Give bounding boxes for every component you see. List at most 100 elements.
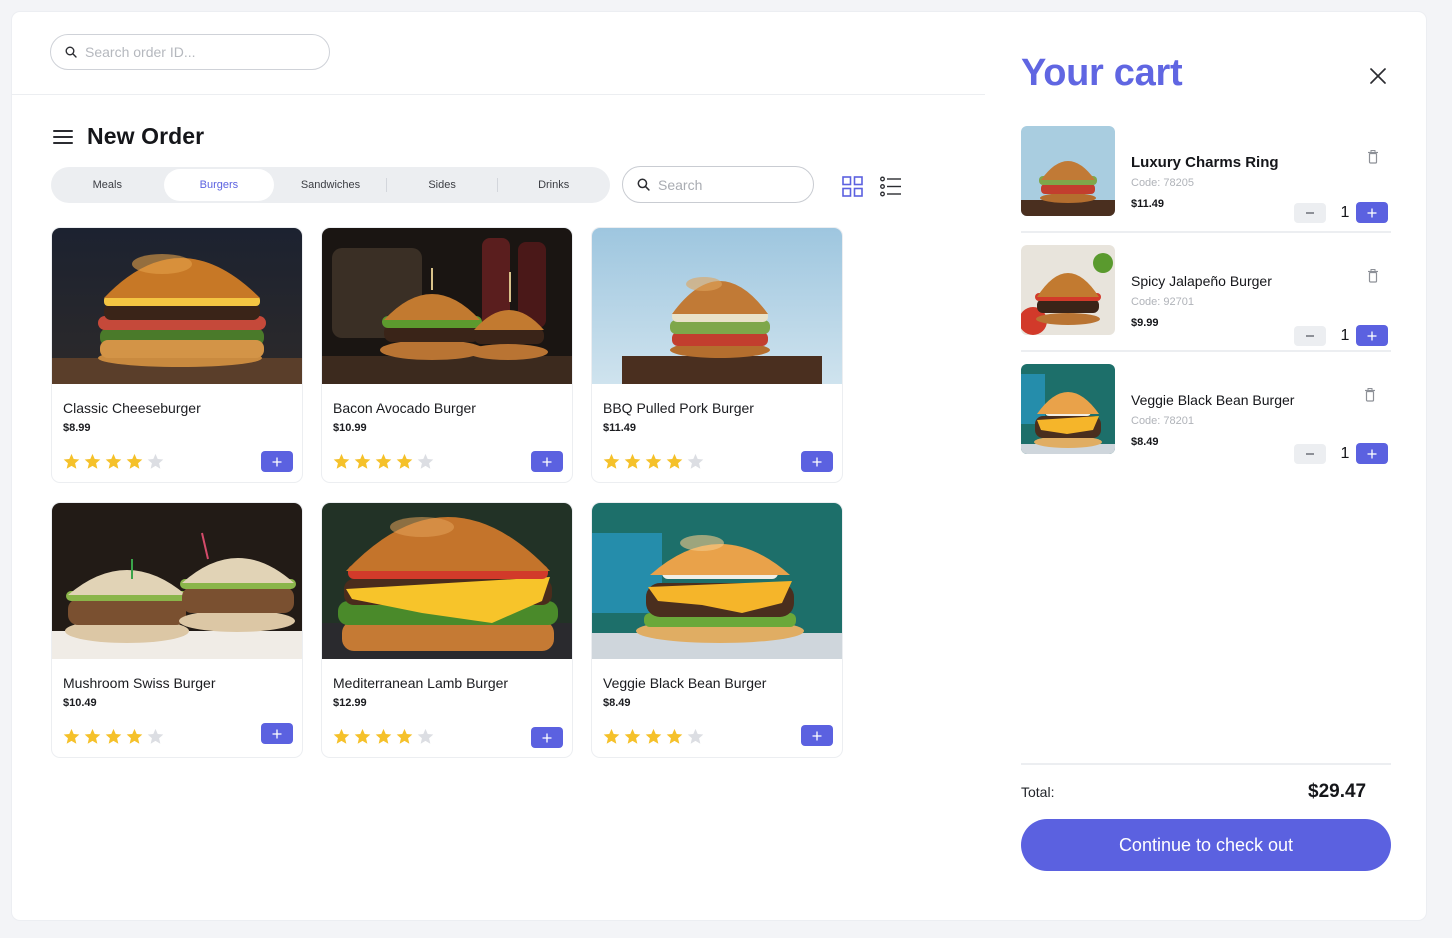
plus-icon	[272, 457, 282, 466]
rating-stars	[603, 728, 704, 745]
order-search-box[interactable]	[50, 34, 330, 70]
cart-item-image	[1021, 364, 1115, 454]
star-filled-icon	[645, 728, 662, 744]
plus-icon	[1367, 208, 1377, 217]
product-card[interactable]: Classic Cheeseburger $8.99	[51, 227, 303, 483]
rating-stars	[63, 453, 164, 470]
star-filled-icon	[375, 728, 392, 744]
product-card[interactable]: Mediterranean Lamb Burger $12.99	[321, 502, 573, 758]
star-filled-icon	[105, 728, 122, 744]
plus-icon	[812, 731, 822, 740]
grid-view-icon[interactable]	[842, 176, 863, 197]
product-image-bbq-pulled-pork-burger	[592, 228, 842, 384]
product-card[interactable]: Mushroom Swiss Burger $10.49	[51, 502, 303, 758]
rating-stars	[333, 453, 434, 470]
star-filled-icon	[396, 453, 413, 469]
tab-drinks[interactable]: Drinks	[498, 169, 609, 201]
header-divider	[12, 94, 985, 95]
product-name: Bacon Avocado Burger	[333, 400, 476, 416]
product-name: Veggie Black Bean Burger	[603, 675, 767, 691]
list-view-icon[interactable]	[880, 176, 902, 197]
add-to-cart-button[interactable]	[801, 451, 833, 472]
cart-item-price: $9.99	[1131, 317, 1159, 329]
cart-item-divider	[1021, 231, 1391, 233]
increase-quantity-button[interactable]	[1356, 202, 1388, 223]
product-image-mushroom-swiss-burger	[52, 503, 302, 659]
minus-icon	[1306, 212, 1314, 214]
add-to-cart-button[interactable]	[261, 723, 293, 744]
rating-stars	[603, 453, 704, 470]
product-price: $8.49	[603, 697, 631, 709]
product-image-classic-cheeseburger	[52, 228, 302, 384]
star-filled-icon	[624, 453, 641, 469]
star-filled-icon	[666, 728, 683, 744]
product-name: BBQ Pulled Pork Burger	[603, 400, 754, 416]
product-card[interactable]: Veggie Black Bean Burger $8.49	[591, 502, 843, 758]
add-to-cart-button[interactable]	[531, 727, 563, 748]
star-filled-icon	[624, 728, 641, 744]
page-title: New Order	[87, 123, 205, 149]
add-to-cart-button[interactable]	[531, 451, 563, 472]
minus-icon	[1306, 453, 1314, 455]
product-image-bacon-avocado-burger	[322, 228, 572, 384]
trash-icon[interactable]	[1367, 150, 1379, 164]
increase-quantity-button[interactable]	[1356, 325, 1388, 346]
tab-sandwiches[interactable]: Sandwiches	[275, 169, 386, 201]
star-filled-icon	[603, 453, 620, 469]
rating-stars	[333, 728, 434, 745]
cart-item-price: $11.49	[1131, 198, 1165, 210]
cart-item-price: $8.49	[1131, 436, 1159, 448]
product-card[interactable]: BBQ Pulled Pork Burger $11.49	[591, 227, 843, 483]
star-empty-icon	[417, 453, 434, 469]
decrease-quantity-button[interactable]	[1294, 326, 1326, 346]
category-tabs: Meals Burgers Sandwiches Sides Drinks	[51, 167, 610, 203]
star-filled-icon	[84, 453, 101, 469]
product-card[interactable]: Bacon Avocado Burger $10.99	[321, 227, 573, 483]
add-to-cart-button[interactable]	[801, 725, 833, 746]
add-to-cart-button[interactable]	[261, 451, 293, 472]
cart-item-name: Veggie Black Bean Burger	[1131, 392, 1295, 408]
catalog-search-box[interactable]	[622, 166, 814, 203]
product-price: $12.99	[333, 697, 367, 709]
product-name: Mushroom Swiss Burger	[63, 675, 216, 691]
cart-title: Your cart	[1021, 52, 1183, 94]
trash-icon[interactable]	[1367, 269, 1379, 283]
product-name: Classic Cheeseburger	[63, 400, 201, 416]
cart-item-image	[1021, 126, 1115, 216]
quantity-value: 1	[1340, 327, 1350, 344]
star-empty-icon	[147, 453, 164, 469]
increase-quantity-button[interactable]	[1356, 443, 1388, 464]
cart-item: Veggie Black Bean Burger Code: 78201 $8.…	[1021, 364, 1391, 482]
tab-meals[interactable]: Meals	[52, 169, 163, 201]
star-empty-icon	[417, 728, 434, 744]
cart-item-code: Code: 92701	[1131, 296, 1194, 308]
star-empty-icon	[687, 453, 704, 469]
plus-icon	[542, 457, 552, 466]
product-price: $10.99	[333, 422, 367, 434]
checkout-button[interactable]: Continue to check out	[1021, 819, 1391, 871]
quantity-value: 1	[1340, 204, 1350, 221]
quantity-value: 1	[1340, 445, 1350, 462]
search-icon	[637, 178, 650, 191]
product-name: Mediterranean Lamb Burger	[333, 675, 509, 691]
menu-icon[interactable]	[53, 130, 73, 144]
decrease-quantity-button[interactable]	[1294, 444, 1326, 464]
trash-icon[interactable]	[1364, 388, 1376, 402]
tab-burgers[interactable]: Burgers	[163, 169, 275, 201]
decrease-quantity-button[interactable]	[1294, 203, 1326, 223]
close-icon[interactable]	[1368, 66, 1388, 86]
minus-icon	[1306, 335, 1314, 337]
tab-sides[interactable]: Sides	[387, 169, 498, 201]
product-image-mediterranean-lamb-burger	[322, 503, 572, 659]
plus-icon	[1367, 331, 1377, 340]
order-search-input[interactable]	[85, 44, 305, 60]
catalog-search-input[interactable]	[658, 176, 798, 193]
plus-icon	[812, 457, 822, 466]
star-filled-icon	[126, 728, 143, 744]
rating-stars	[63, 728, 164, 745]
total-label: Total:	[1021, 784, 1055, 800]
total-divider	[1021, 763, 1391, 765]
star-empty-icon	[687, 728, 704, 744]
star-filled-icon	[375, 453, 392, 469]
cart-item: Spicy Jalapeño Burger Code: 92701 $9.99 …	[1021, 245, 1391, 363]
